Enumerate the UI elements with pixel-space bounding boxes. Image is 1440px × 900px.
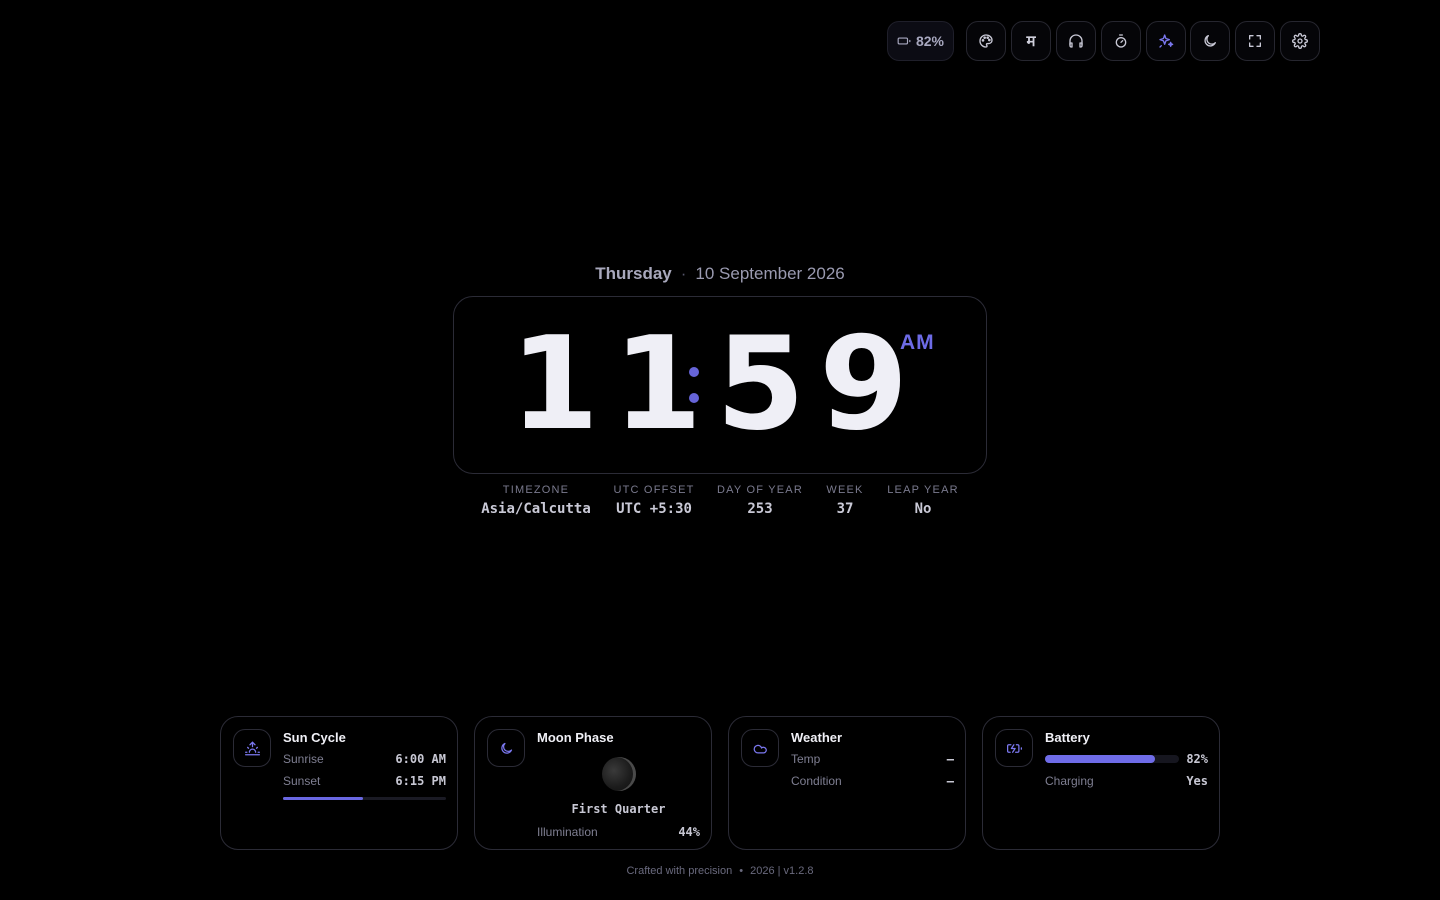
condition-label: Condition bbox=[791, 774, 842, 788]
weather-card: Weather Temp — Condition — bbox=[728, 716, 966, 850]
date-separator: · bbox=[680, 264, 687, 283]
temp-row: Temp — bbox=[791, 752, 954, 766]
fullscreen-button[interactable] bbox=[1235, 21, 1275, 61]
audio-button[interactable] bbox=[1056, 21, 1096, 61]
day-of-year-value: 253 bbox=[747, 501, 773, 517]
sparkles-icon bbox=[1159, 34, 1174, 48]
sun-cycle-title: Sun Cycle bbox=[283, 730, 346, 745]
gear-icon bbox=[1292, 33, 1308, 49]
footer-tagline: Crafted with precision bbox=[626, 865, 733, 877]
utc-offset-info: UTC Offset UTC +5:30 bbox=[608, 484, 700, 517]
day-of-year-info: Day of Year 253 bbox=[712, 484, 808, 517]
timezone-value: Asia/Calcutta bbox=[481, 501, 591, 517]
leap-year-value: No bbox=[914, 501, 932, 517]
battery-level: 82% bbox=[915, 33, 945, 49]
headphones-icon bbox=[1069, 34, 1083, 48]
sun-cycle-card: Sun Cycle Sunrise 6:00 AM Sunset 6:15 PM bbox=[220, 716, 458, 850]
effects-button[interactable] bbox=[1146, 21, 1186, 61]
timer-button[interactable] bbox=[1101, 21, 1141, 61]
battery-card: Battery 82% Charging Yes bbox=[982, 716, 1220, 850]
utc-offset-label: UTC Offset bbox=[613, 484, 695, 496]
stopwatch-icon bbox=[1115, 34, 1127, 48]
moon-icon bbox=[487, 729, 525, 767]
sunset-label: Sunset bbox=[283, 774, 321, 788]
cloud-icon bbox=[741, 729, 779, 767]
weekday: Thursday bbox=[595, 264, 672, 283]
battery-indicator[interactable]: 82% bbox=[887, 21, 954, 61]
daylight-progress-fill bbox=[283, 797, 363, 800]
week-label: Week bbox=[826, 484, 864, 496]
theme-button[interactable] bbox=[966, 21, 1006, 61]
clock-colon bbox=[689, 367, 699, 407]
battery-percent: 82% bbox=[1186, 752, 1208, 766]
charging-value: Yes bbox=[1186, 774, 1208, 788]
clock-period: AM bbox=[900, 331, 935, 354]
palette-icon bbox=[979, 34, 993, 48]
moon-phase-name: First Quarter bbox=[571, 802, 666, 816]
battery-icon bbox=[897, 37, 911, 45]
condition-row: Condition — bbox=[791, 774, 954, 788]
sunrise-icon bbox=[233, 729, 271, 767]
leap-year-info: Leap Year No bbox=[882, 484, 964, 517]
battery-level-bar bbox=[1045, 755, 1179, 763]
week-info: Week 37 bbox=[820, 484, 870, 517]
charging-label: Charging bbox=[1045, 774, 1094, 788]
footer-version: 2026 | v1.2.8 bbox=[750, 865, 814, 877]
temp-label: Temp bbox=[791, 752, 821, 766]
fullscreen-icon bbox=[1249, 35, 1261, 47]
charging-row: Charging Yes bbox=[1045, 774, 1208, 788]
sunset-value: 6:15 PM bbox=[395, 774, 446, 788]
settings-button[interactable] bbox=[1280, 21, 1320, 61]
timezone-info: Timezone Asia/Calcutta bbox=[480, 484, 592, 517]
utc-offset-value: UTC +5:30 bbox=[616, 501, 692, 517]
moon-disc bbox=[602, 757, 636, 791]
week-value: 37 bbox=[836, 501, 854, 517]
moon-phase-title: Moon Phase bbox=[537, 730, 614, 745]
moon-phase-card: Moon Phase First Quarter Illumination 44… bbox=[474, 716, 712, 850]
date-display: Thursday · 10 September 2026 bbox=[0, 264, 1440, 284]
sunrise-value: 6:00 AM bbox=[395, 752, 446, 766]
timezone-label: Timezone bbox=[502, 484, 570, 496]
footer: Crafted with precision • 2026 | v1.2.8 bbox=[0, 865, 1440, 877]
sunrise-label: Sunrise bbox=[283, 752, 324, 766]
illumination-value: 44% bbox=[678, 825, 700, 839]
day-of-year-label: Day of Year bbox=[717, 484, 803, 496]
language-button[interactable]: म bbox=[1011, 21, 1051, 61]
illumination-row: Illumination 44% bbox=[537, 825, 700, 839]
temp-value: — bbox=[946, 752, 954, 766]
full-date: 10 September 2026 bbox=[695, 264, 845, 283]
footer-dot: • bbox=[739, 865, 744, 877]
clock-dashboard: 82% म Thursday · 10 September 2026 11 59… bbox=[0, 0, 1440, 900]
condition-value: — bbox=[946, 774, 954, 788]
sunrise-row: Sunrise 6:00 AM bbox=[283, 752, 446, 766]
illumination-label: Illumination bbox=[537, 825, 598, 839]
moon-icon bbox=[1204, 35, 1216, 47]
language-glyph: म bbox=[1026, 33, 1036, 50]
battery-level-fill bbox=[1045, 755, 1155, 763]
battery-charging-icon bbox=[995, 729, 1033, 767]
dark-mode-button[interactable] bbox=[1190, 21, 1230, 61]
clock-hours: 11 bbox=[510, 310, 717, 459]
clock-card: 11 59 AM bbox=[453, 296, 987, 474]
battery-title: Battery bbox=[1045, 730, 1090, 745]
leap-year-label: Leap Year bbox=[887, 484, 959, 496]
weather-title: Weather bbox=[791, 730, 843, 745]
daylight-progress bbox=[283, 797, 446, 800]
sunset-row: Sunset 6:15 PM bbox=[283, 774, 446, 788]
clock-minutes: 59 bbox=[716, 310, 923, 459]
